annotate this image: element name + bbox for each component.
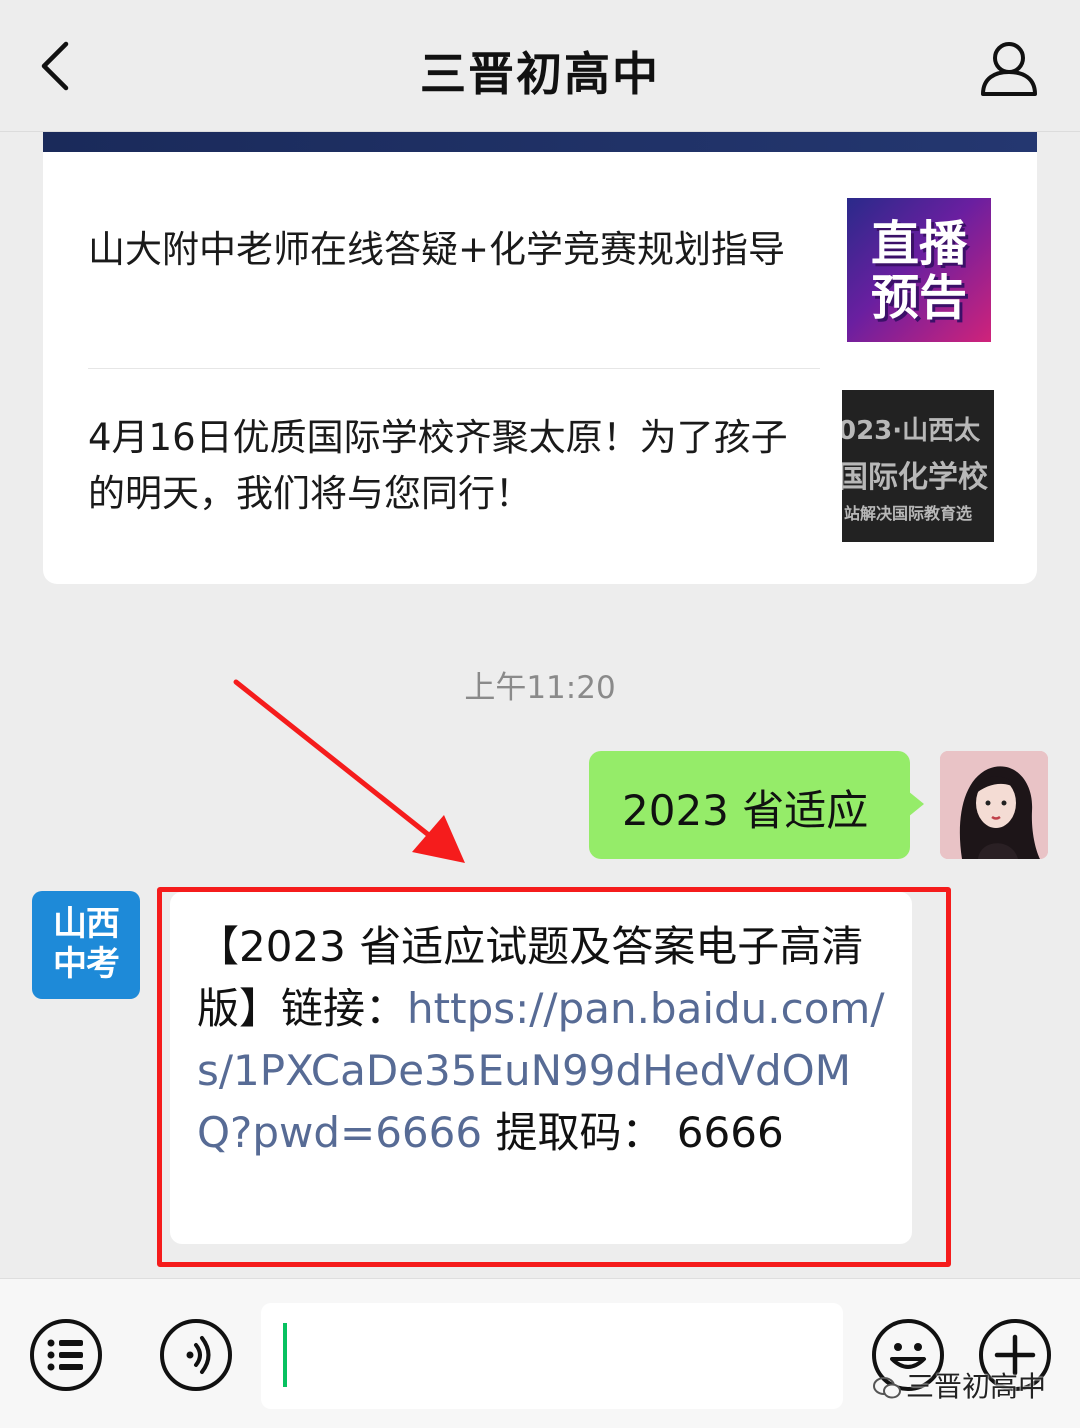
sent-message-bubble[interactable]: 2023 省适应 <box>589 751 924 859</box>
girl-portrait-icon <box>940 751 1048 859</box>
article-title: 山大附中老师在线答疑+化学竞赛规划指导 <box>88 228 786 271</box>
avatar-text: 中考 <box>53 944 120 984</box>
card-top-image-edge <box>43 132 1037 152</box>
chat-title: 三晋初高中 <box>420 47 660 101</box>
sent-message-text: 2023 省适应 <box>622 786 869 835</box>
voice-button[interactable] <box>160 1319 232 1391</box>
list-menu-icon <box>47 1339 83 1371</box>
sender-avatar[interactable]: 山西 中考 <box>32 891 140 999</box>
article-title: 4月16日优质国际学校齐聚太原！为了孩子的明天，我们将与您同行！ <box>88 416 788 515</box>
article-item[interactable]: 4月16日优质国际学校齐聚太原！为了孩子的明天，我们将与您同行！ 023·山西太… <box>88 390 994 570</box>
menu-button[interactable] <box>30 1319 102 1391</box>
text-caret <box>283 1323 287 1387</box>
received-message-text: 【2023 省适应试题及答案电子高清版】链接：https://pan.baidu… <box>197 916 897 1164</box>
thumbnail-text: 站解决国际教育选 <box>844 504 973 523</box>
article-thumbnail: 直播 预告 <box>847 198 991 342</box>
profile-button[interactable] <box>978 38 1040 98</box>
article-divider <box>88 368 820 369</box>
input-toolbar: 三晋初高中 <box>0 1278 1080 1428</box>
thumbnail-text: 预告 <box>870 270 967 326</box>
avatar-text: 山西 <box>53 904 120 944</box>
article-item[interactable]: 山大附中老师在线答疑+化学竞赛规划指导 直播 预告 <box>88 198 991 368</box>
wechat-icon <box>873 1377 901 1399</box>
received-message-bubble: 【2023 省适应试题及答案电子高清版】链接：https://pan.baidu… <box>170 892 912 1244</box>
annotation-arrow <box>233 679 465 863</box>
user-avatar[interactable] <box>940 751 1048 859</box>
thumbnail-text: 023·山西太 <box>842 416 981 446</box>
person-icon <box>981 42 1037 96</box>
message-input[interactable] <box>261 1303 843 1409</box>
chat-header: 三晋初高中 <box>0 0 1080 132</box>
thumbnail-text: 国际化学校 <box>842 460 988 495</box>
thumbnail-text: 直播 <box>870 216 967 272</box>
article-card: 山大附中老师在线答疑+化学竞赛规划指导 直播 预告 4月16日优质国际学校齐聚太… <box>43 132 1037 584</box>
extraction-code-text: 提取码： 6666 <box>482 1108 784 1157</box>
voice-icon <box>186 1336 211 1374</box>
article-thumbnail: 023·山西太 国际化学校 站解决国际教育选 <box>842 390 994 542</box>
message-timestamp: 上午11:20 <box>464 670 616 706</box>
watermark-text: 三晋初高中 <box>906 1370 1047 1403</box>
watermark: 三晋初高中 <box>872 1365 1046 1405</box>
